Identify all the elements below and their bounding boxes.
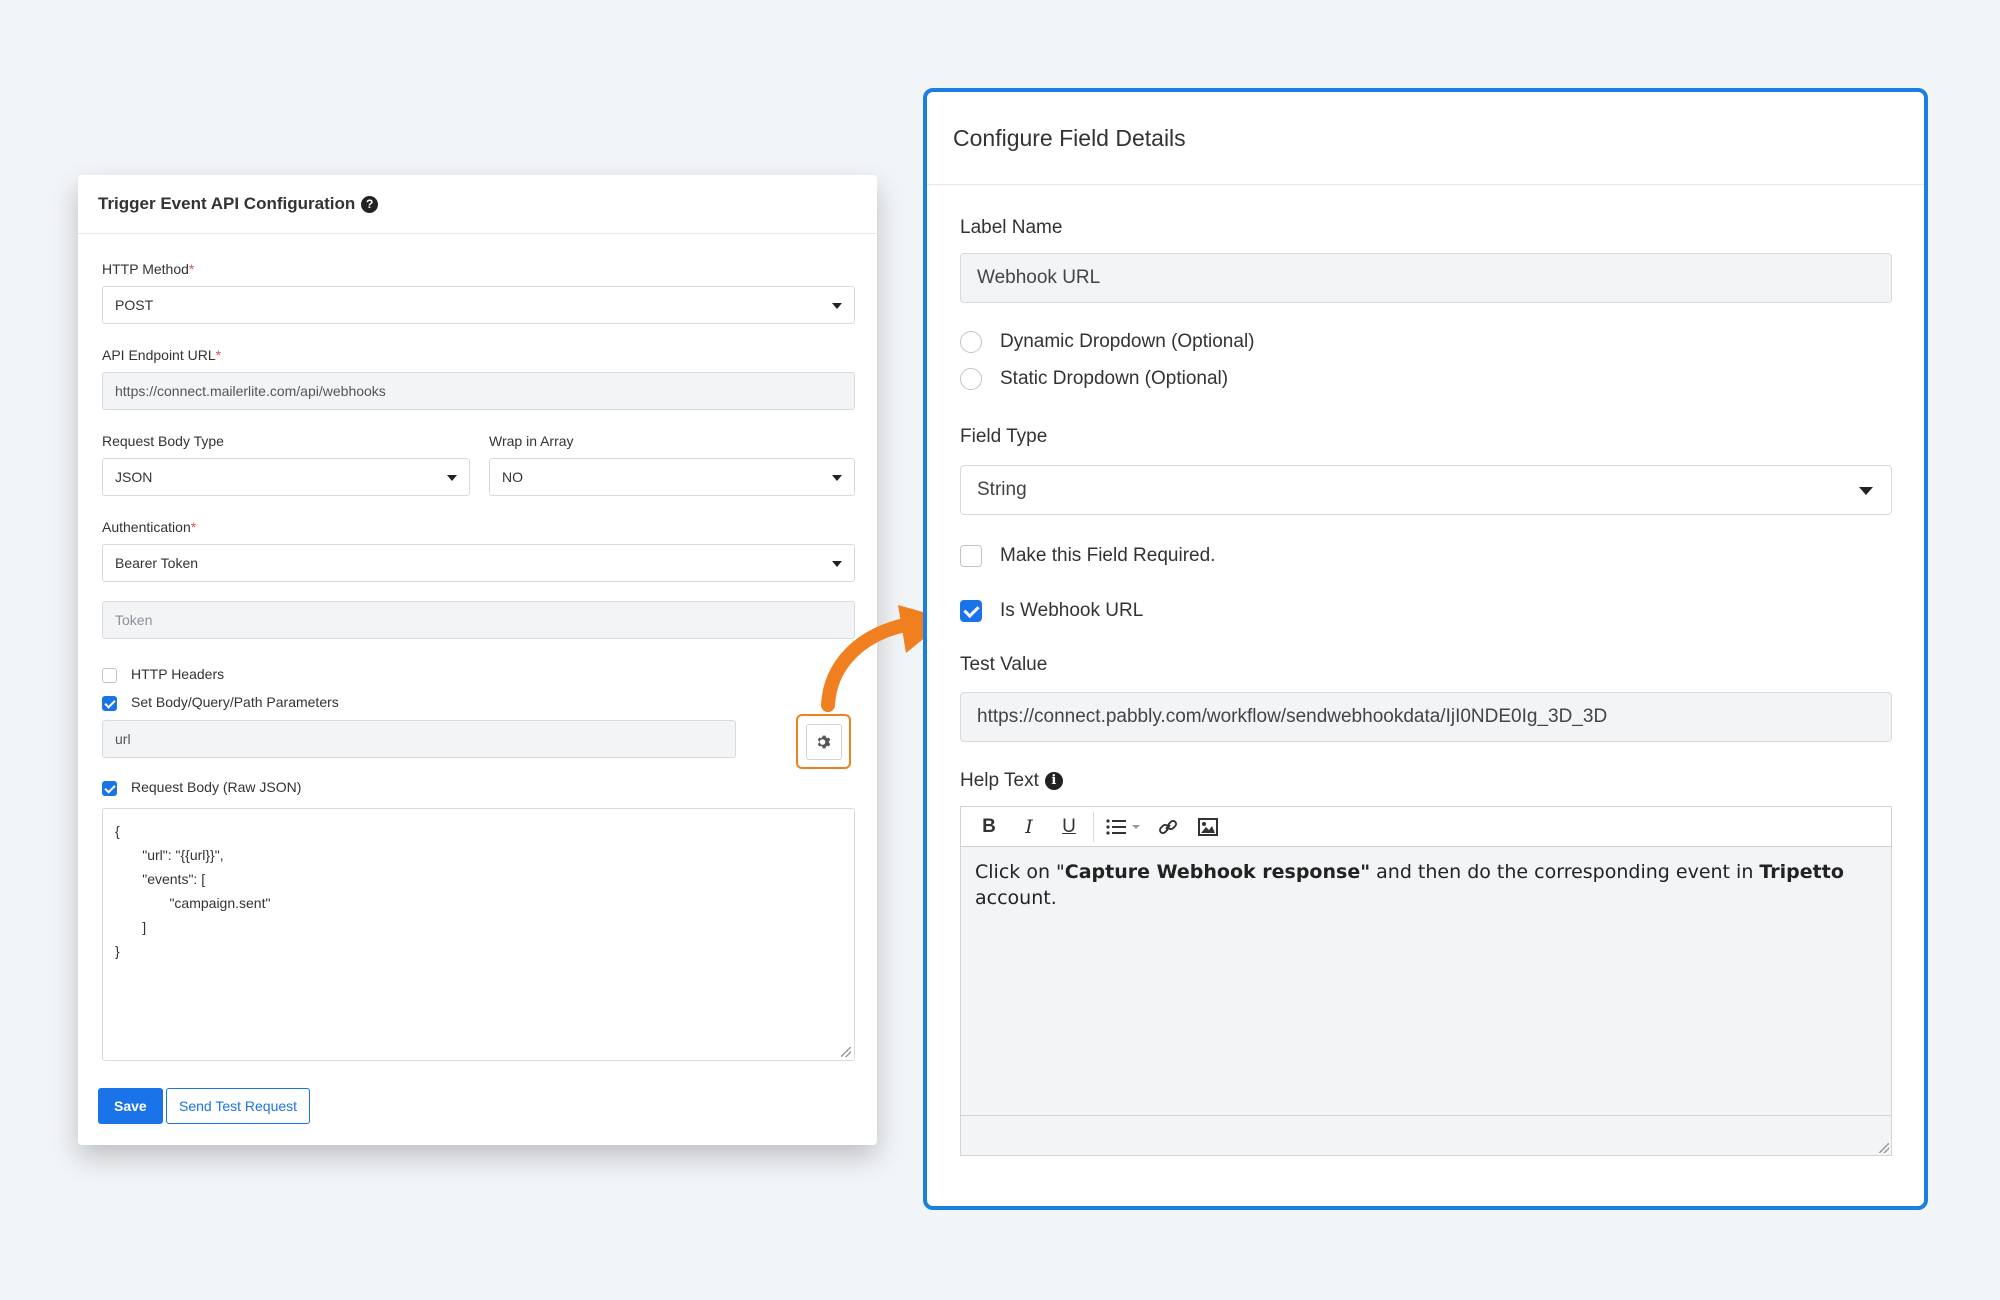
save-button[interactable]: Save — [98, 1088, 163, 1124]
dynamic-dropdown-radio[interactable] — [960, 331, 982, 353]
card-title: Configure Field Details — [953, 124, 1186, 151]
dynamic-dropdown-label: Dynamic Dropdown (Optional) — [1000, 331, 1255, 352]
chevron-down-icon — [832, 475, 842, 481]
test-value-label: Test Value — [960, 654, 1048, 675]
link-icon[interactable] — [1148, 812, 1188, 842]
toolbar-divider — [1093, 811, 1094, 842]
token-input[interactable]: Token — [102, 601, 855, 639]
http-headers-checkbox[interactable] — [102, 668, 117, 683]
wrap-in-array-label: Wrap in Array — [489, 433, 574, 449]
wrap-in-array-select[interactable]: NO — [489, 458, 855, 496]
question-circle-icon[interactable]: ? — [361, 195, 379, 213]
set-params-label: Set Body/Query/Path Parameters — [131, 694, 339, 710]
image-icon[interactable] — [1188, 812, 1228, 842]
bullet-list-icon[interactable] — [1098, 812, 1148, 842]
card-header: Trigger Event API Configuration ? — [78, 175, 877, 234]
chevron-down-icon — [1859, 487, 1873, 495]
card-title: Trigger Event API Configuration — [98, 194, 356, 213]
authentication-label: Authentication* — [102, 519, 197, 535]
help-text-label: Help Text i — [960, 770, 1063, 792]
request-body-checkbox[interactable] — [102, 781, 117, 796]
api-endpoint-label: API Endpoint URL* — [102, 347, 222, 363]
trigger-config-card: Trigger Event API Configuration ? HTTP M… — [78, 175, 877, 1145]
request-body-label: Request Body (Raw JSON) — [131, 779, 302, 795]
editor-toolbar: B I U — [961, 807, 1891, 847]
make-required-checkbox[interactable] — [960, 545, 982, 567]
resize-handle-icon[interactable] — [841, 1047, 851, 1057]
is-webhook-checkbox[interactable] — [960, 600, 982, 622]
static-dropdown-label: Static Dropdown (Optional) — [1000, 368, 1229, 389]
editor-statusbar — [961, 1115, 1891, 1155]
underline-icon[interactable]: U — [1049, 812, 1089, 842]
field-type-label: Field Type — [960, 426, 1048, 447]
italic-icon[interactable]: I — [1009, 812, 1049, 842]
test-value-input[interactable]: https://connect.pabbly.com/workflow/send… — [960, 692, 1892, 742]
card-header: Configure Field Details — [927, 92, 1924, 185]
is-webhook-label: Is Webhook URL — [1000, 600, 1144, 621]
field-type-select[interactable]: String — [960, 465, 1892, 515]
help-text-content[interactable]: Click on "Capture Webhook response" and … — [961, 847, 1891, 923]
request-body-type-select[interactable]: JSON — [102, 458, 470, 496]
send-test-request-button[interactable]: Send Test Request — [166, 1088, 311, 1124]
gear-highlight — [796, 714, 851, 769]
chevron-down-icon — [447, 475, 457, 481]
api-endpoint-input[interactable]: https://connect.mailerlite.com/api/webho… — [102, 372, 855, 410]
http-headers-label: HTTP Headers — [131, 666, 225, 682]
configure-field-card: Configure Field Details Label Name Webho… — [923, 88, 1928, 1210]
static-dropdown-radio[interactable] — [960, 368, 982, 390]
param-input[interactable]: url — [102, 720, 736, 758]
resize-handle-icon[interactable] — [1879, 1143, 1889, 1153]
param-settings-button[interactable] — [806, 724, 842, 760]
gear-icon — [817, 735, 831, 749]
help-text-editor[interactable]: B I U Click on "Capture Webhook response… — [960, 806, 1892, 1156]
bold-icon[interactable]: B — [969, 812, 1009, 842]
label-name-input[interactable]: Webhook URL — [960, 253, 1892, 303]
json-body-textarea[interactable]: { "url": "{{url}}", "events": [ "campaig… — [102, 808, 855, 1061]
chevron-down-icon — [832, 303, 842, 309]
make-required-label: Make this Field Required. — [1000, 545, 1216, 566]
http-method-select[interactable]: POST — [102, 286, 855, 324]
set-params-checkbox[interactable] — [102, 696, 117, 711]
info-circle-icon[interactable]: i — [1044, 771, 1063, 790]
request-body-type-label: Request Body Type — [102, 433, 224, 449]
chevron-down-icon — [832, 561, 842, 567]
label-name-label: Label Name — [960, 217, 1063, 238]
authentication-select[interactable]: Bearer Token — [102, 544, 855, 582]
http-method-value: POST — [115, 297, 154, 313]
http-method-label: HTTP Method* — [102, 261, 195, 277]
